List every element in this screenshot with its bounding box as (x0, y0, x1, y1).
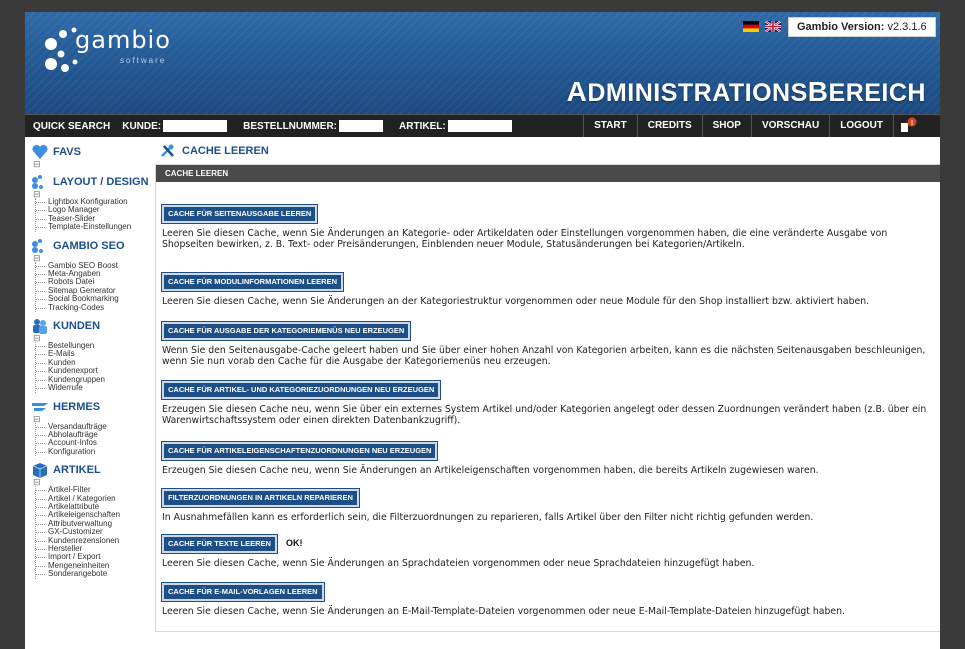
cache-item: CACHE FÜR TEXTE LEEREN OK! Leeren Sie di… (162, 535, 938, 569)
cache-item: FILTERZUORDNUNGEN IN ARTIKELN REPARIEREN… (162, 489, 938, 523)
nav-logout[interactable]: LOGOUT (829, 115, 893, 137)
kunde-label: KUNDE: (122, 120, 162, 132)
sidebar-hermes-list: Versandaufträge Abholaufträge Account-In… (35, 422, 153, 457)
sidebar-section-artikel: ARTIKEL ⊟ Artikel-Filter Artikel / Kateg… (31, 462, 153, 579)
sidebar-kunden-list: Bestellungen E-Mails Kunden Kundenexport… (35, 341, 153, 393)
sidebar-head-artikel[interactable]: ARTIKEL (31, 462, 153, 479)
sidebar-layout-list: Lightbox Konfiguration Logo Manager Teas… (35, 197, 153, 232)
sidebar-artikel-list: Artikel-Filter Artikel / Kategorien Arti… (35, 485, 153, 579)
cache-item: CACHE FÜR ARTIKELEIGENSCHAFTENZUORDNUNGE… (162, 442, 938, 476)
sidebar-item[interactable]: Sonderangebote (36, 569, 153, 578)
english-flag-icon[interactable] (765, 21, 781, 32)
admin-window: gambio software Gambio Version: v2.3.1.6… (25, 12, 940, 649)
sidebar-hermes-title: HERMES (53, 400, 101, 413)
cache-panel: CACHE LEEREN CACHE FÜR SEITENAUSGABE LEE… (155, 164, 940, 632)
dots-icon (32, 175, 43, 189)
nav-vorschau[interactable]: VORSCHAU (750, 115, 829, 137)
cache-item: CACHE FÜR SEITENAUSGABE LEEREN Leeren Si… (162, 205, 938, 250)
clear-page-cache-button[interactable]: CACHE FÜR SEITENAUSGABE LEEREN (162, 205, 318, 223)
clear-module-cache-button[interactable]: CACHE FÜR MODULINFORMATIONEN LEEREN (162, 273, 344, 291)
sidebar-section-kunden: KUNDEN ⊟ Bestellungen E-Mails Kunden Kun… (31, 318, 153, 393)
hermes-icon (32, 402, 48, 411)
sidebar-section-seo: GAMBIO SEO ⊟ Gambio SEO Boost Meta-Angab… (31, 238, 153, 313)
cache-item-description: Erzeugen Sie diesen Cache neu, wenn Sie … (162, 404, 927, 426)
clear-email-templates-cache-button[interactable]: CACHE FÜR E-MAIL-VORLAGEN LEEREN (162, 583, 324, 601)
kunde-input[interactable] (163, 120, 228, 132)
artikel-input[interactable] (447, 120, 512, 132)
artikel-label: ARTIKEL: (399, 120, 446, 132)
box-icon (32, 463, 48, 479)
repair-filter-button[interactable]: FILTERZUORDNUNGEN IN ARTIKELN REPARIEREN (162, 489, 359, 507)
version-label: Gambio Version: (797, 21, 885, 33)
sidebar: FAVS ⊟ LAYOUT / DESIGN ⊟ Lightbox Konfig… (25, 138, 153, 649)
version-badge: Gambio Version: v2.3.1.6 (788, 17, 936, 37)
sidebar-artikel-title: ARTIKEL (53, 464, 101, 477)
rebuild-properties-cache-button[interactable]: CACHE FÜR ARTIKELEIGENSCHAFTENZUORDNUNGE… (162, 442, 438, 460)
sidebar-head-hermes[interactable]: HERMES (31, 399, 153, 415)
dots-icon (32, 238, 43, 253)
cache-item-description: Erzeugen Sie diesen Cache neu, wenn Sie … (162, 465, 819, 476)
bestellnummer-label: BESTELLNUMMER: (243, 120, 338, 132)
info-notification-icon[interactable]: ! (893, 115, 940, 137)
sidebar-head-seo[interactable]: GAMBIO SEO (31, 238, 153, 254)
nav-start[interactable]: START (583, 115, 637, 137)
logo-subtext: software (120, 56, 167, 65)
logo-text: gambio (75, 26, 171, 54)
cache-item-description: Leeren Sie diesen Cache, wenn Sie Änderu… (162, 606, 845, 617)
cache-item: CACHE FÜR AUSGABE DER KATEGORIEMENÜS NEU… (162, 322, 938, 367)
sidebar-item[interactable]: Widerrufe (36, 383, 153, 392)
cache-item-description: Leeren Sie diesen Cache, wenn Sie Änderu… (162, 228, 888, 250)
collapse-icon[interactable]: ⊟ (33, 160, 153, 169)
sidebar-section-favs: FAVS ⊟ (31, 144, 153, 169)
cache-item-description: In Ausnahmefällen kann es erforderlich s… (162, 512, 814, 523)
rebuild-product-category-cache-button[interactable]: CACHE FÜR ARTIKEL- UND KATEGORIEZUORDNUN… (162, 381, 441, 399)
sidebar-kunden-title: KUNDEN (53, 320, 101, 333)
sidebar-section-hermes: HERMES ⊟ Versandaufträge Abholaufträge A… (31, 399, 153, 457)
bestellnummer-input[interactable] (339, 120, 384, 132)
nav-credits[interactable]: CREDITS (636, 115, 702, 137)
german-flag-icon[interactable] (743, 21, 759, 32)
sidebar-favs-title: FAVS (53, 146, 81, 158)
heart-icon (32, 144, 48, 159)
sidebar-item[interactable]: Template-Einstellungen (36, 222, 153, 231)
ok-status: OK! (286, 538, 303, 548)
sidebar-item[interactable]: Konfiguration (36, 447, 153, 456)
panel-header: CACHE LEEREN (156, 165, 940, 182)
cache-item-description: Wenn Sie den Seitenausgabe-Cache geleert… (162, 345, 926, 367)
sidebar-seo-list: Gambio SEO Boost Meta-Angaben Robots Dat… (35, 261, 153, 313)
cache-item: CACHE FÜR ARTIKEL- UND KATEGORIEZUORDNUN… (162, 381, 938, 426)
page-title-text: CACHE LEEREN (182, 145, 269, 157)
sidebar-head-kunden[interactable]: KUNDEN (31, 318, 153, 335)
language-flags (743, 21, 781, 32)
clear-texts-cache-button[interactable]: CACHE FÜR TEXTE LEEREN (162, 535, 277, 553)
admin-area-title: ADMINISTRATIONSBEREICH (566, 76, 926, 107)
header: gambio software Gambio Version: v2.3.1.6… (25, 12, 940, 114)
sidebar-head-layout[interactable]: LAYOUT / DESIGN (31, 174, 153, 190)
cache-item: CACHE FÜR E-MAIL-VORLAGEN LEEREN Leeren … (162, 583, 938, 617)
tools-icon (161, 144, 174, 157)
page-title: CACHE LEEREN (160, 144, 940, 158)
nav-shop[interactable]: SHOP (701, 115, 751, 137)
sidebar-item[interactable]: Tracking-Codes (36, 303, 153, 312)
svg-text:!: ! (911, 120, 913, 127)
cache-item: CACHE FÜR MODULINFORMATIONEN LEEREN Leer… (162, 273, 938, 307)
sidebar-seo-title: GAMBIO SEO (53, 239, 125, 252)
version-value: v2.3.1.6 (887, 21, 927, 33)
cache-item-description: Leeren Sie diesen Cache, wenn Sie Änderu… (162, 558, 755, 569)
sidebar-head-favs[interactable]: FAVS (31, 144, 153, 160)
rebuild-category-menu-cache-button[interactable]: CACHE FÜR AUSGABE DER KATEGORIEMENÜS NEU… (162, 322, 411, 340)
quick-search-label: QUICK SEARCH (33, 120, 111, 132)
sidebar-layout-title: LAYOUT / DESIGN (53, 176, 149, 188)
cache-item-description: Leeren Sie diesen Cache, wenn Sie Änderu… (162, 296, 870, 307)
top-nav: START CREDITS SHOP VORSCHAU LOGOUT ! (583, 115, 940, 137)
sidebar-section-layout: LAYOUT / DESIGN ⊟ Lightbox Konfiguration… (31, 174, 153, 232)
quick-search-toolbar: QUICK SEARCH KUNDE: BESTELLNUMMER: ARTIK… (25, 114, 940, 137)
users-icon (33, 319, 47, 335)
main-content: CACHE LEEREN CACHE LEEREN CACHE FÜR SEIT… (155, 138, 940, 649)
